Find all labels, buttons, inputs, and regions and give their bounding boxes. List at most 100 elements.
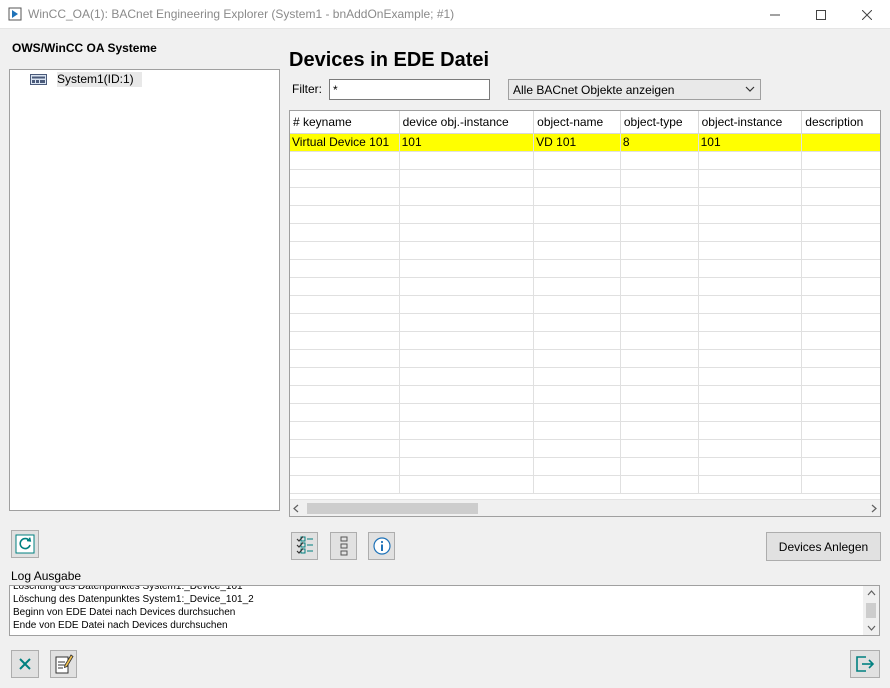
clear-log-icon: [19, 658, 31, 670]
table-cell: [290, 458, 400, 475]
column-header-object-instance[interactable]: object-instance: [699, 111, 803, 134]
column-header-object-name[interactable]: object-name: [534, 111, 621, 134]
table-cell: [534, 332, 621, 349]
table-row[interactable]: [290, 404, 880, 422]
edit-button[interactable]: [50, 650, 77, 678]
table-cell: 8: [621, 134, 699, 151]
table-row[interactable]: [290, 476, 880, 494]
table-cell: [400, 170, 535, 187]
log-output[interactable]: Löschung des Datenpunktes System1:_Devic…: [9, 585, 880, 636]
table-row[interactable]: [290, 350, 880, 368]
table-cell: [534, 206, 621, 223]
table-cell: [621, 422, 699, 439]
table-row[interactable]: [290, 314, 880, 332]
table-cell: Virtual Device 101: [290, 134, 400, 151]
table-cell: [699, 206, 803, 223]
table-row[interactable]: [290, 386, 880, 404]
scrollbar-thumb[interactable]: [866, 603, 876, 618]
table-cell: [802, 476, 880, 493]
table-cell: [621, 458, 699, 475]
scroll-right-icon[interactable]: [870, 504, 878, 513]
table-cell: [290, 422, 400, 439]
table-cell: [400, 242, 535, 259]
table-cell: [290, 260, 400, 277]
info-button[interactable]: [368, 532, 395, 560]
table-cell: [802, 242, 880, 259]
table-cell: [290, 476, 400, 493]
table-row[interactable]: [290, 260, 880, 278]
column-header-object-type[interactable]: object-type: [621, 111, 699, 134]
table-cell: [621, 368, 699, 385]
table-row[interactable]: [290, 440, 880, 458]
table-cell: [534, 368, 621, 385]
table-cell: [699, 440, 803, 457]
edit-icon: [55, 654, 74, 674]
systems-tree[interactable]: System1(ID:1): [9, 69, 280, 511]
table-cell: 101: [699, 134, 803, 151]
table-cell: [400, 224, 535, 241]
close-button[interactable]: [844, 0, 890, 29]
table-row[interactable]: [290, 458, 880, 476]
system-icon: [30, 73, 47, 85]
log-lines: Löschung des Datenpunktes System1:_Devic…: [13, 585, 254, 632]
table-row[interactable]: Virtual Device 101 101 VD 101 8 101: [290, 134, 880, 152]
table-row[interactable]: [290, 152, 880, 170]
chevron-down-icon: [745, 86, 755, 92]
log-line: Löschung des Datenpunktes System1:_Devic…: [13, 585, 243, 592]
column-header-device-instance[interactable]: device obj.-instance: [400, 111, 535, 134]
vertical-scrollbar[interactable]: [863, 586, 879, 635]
table-cell: [400, 260, 535, 277]
table-cell: [802, 188, 880, 205]
table-cell: [534, 296, 621, 313]
object-filter-value: Alle BACnet Objekte anzeigen: [513, 82, 675, 97]
exit-button[interactable]: [850, 650, 880, 678]
table-row[interactable]: [290, 170, 880, 188]
log-line: Ende von EDE Datei nach Devices durchsuc…: [13, 620, 228, 631]
table-row[interactable]: [290, 242, 880, 260]
table-row[interactable]: [290, 188, 880, 206]
object-filter-select[interactable]: Alle BACnet Objekte anzeigen: [508, 79, 761, 100]
refresh-button[interactable]: [11, 530, 39, 558]
table-row[interactable]: [290, 368, 880, 386]
table-cell: [290, 242, 400, 259]
columns-button[interactable]: [330, 532, 357, 560]
table-row[interactable]: [290, 206, 880, 224]
table-row[interactable]: [290, 224, 880, 242]
scroll-left-icon[interactable]: [292, 504, 300, 513]
scroll-down-icon[interactable]: [867, 624, 876, 632]
table-cell: [534, 188, 621, 205]
table-cell: [534, 404, 621, 421]
table-row[interactable]: [290, 296, 880, 314]
table-cell: [621, 350, 699, 367]
column-header-description[interactable]: description: [802, 111, 880, 134]
select-all-button[interactable]: [291, 532, 318, 560]
column-header-keyname[interactable]: # keyname: [290, 111, 400, 134]
exit-icon: [856, 656, 875, 672]
table-cell: [699, 458, 803, 475]
filter-input[interactable]: [329, 79, 490, 100]
table-row[interactable]: [290, 332, 880, 350]
table-cell: [400, 404, 535, 421]
create-devices-button[interactable]: Devices Anlegen: [766, 532, 881, 561]
table-cell: [621, 152, 699, 169]
filter-label: Filter:: [292, 82, 322, 96]
table-cell: [534, 224, 621, 241]
table-row[interactable]: [290, 422, 880, 440]
maximize-button[interactable]: [798, 0, 844, 29]
scrollbar-thumb[interactable]: [307, 503, 478, 514]
table-cell: [400, 188, 535, 205]
table-cell: [400, 296, 535, 313]
horizontal-scrollbar[interactable]: [290, 499, 880, 516]
table-cell: [699, 278, 803, 295]
table-cell: [802, 386, 880, 403]
table-row[interactable]: [290, 278, 880, 296]
page-title: Devices in EDE Datei: [289, 49, 490, 71]
minimize-button[interactable]: [752, 0, 798, 29]
clear-log-button[interactable]: [11, 650, 39, 678]
table-cell: [534, 476, 621, 493]
tree-item-system1[interactable]: System1(ID:1): [30, 71, 142, 87]
table-cell: [534, 260, 621, 277]
scroll-up-icon[interactable]: [867, 589, 876, 597]
table-cell: [621, 332, 699, 349]
devices-table: # keyname device obj.-instance object-na…: [289, 110, 881, 517]
